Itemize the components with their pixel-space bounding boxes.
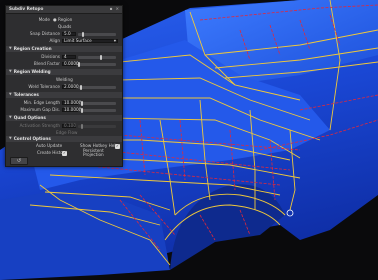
- activation-strength-label: Activation Strength: [19, 122, 60, 128]
- mode-radio-region[interactable]: ● Region: [53, 16, 73, 22]
- max-gap-slider[interactable]: [80, 107, 116, 113]
- region-welding-header[interactable]: ▼ Region Welding: [6, 69, 122, 75]
- mode-label: Mode: [38, 16, 50, 22]
- max-gap-field[interactable]: 10.0000: [62, 107, 81, 112]
- activation-strength-slider: [78, 123, 116, 129]
- quad-options-header[interactable]: ▼ Quad Options: [6, 115, 122, 121]
- max-gap-label: Maximum Gap Dis.: [20, 106, 60, 112]
- divisions-field[interactable]: 4: [62, 54, 76, 59]
- weld-tolerance-label: Weld Tolerance: [28, 83, 60, 89]
- min-edge-field[interactable]: 10.0000: [62, 100, 81, 105]
- blend-factor-slider[interactable]: [78, 61, 116, 67]
- snap-distance-label: Snap Distance: [29, 30, 60, 36]
- tolerances-title: Tolerances: [13, 91, 39, 97]
- divisions-label: Divisions: [41, 53, 60, 59]
- collapse-arrow-icon: ▼: [9, 115, 12, 120]
- blend-factor-row: Blend Factor 0.0000: [6, 61, 122, 67]
- collapse-arrow-icon: ▼: [9, 69, 12, 74]
- subdiv-retopo-panel: Subdiv Retopo ▪ × Mode ● Region Quads Sn…: [5, 5, 123, 167]
- close-icon[interactable]: ×: [115, 7, 119, 11]
- weld-tolerance-field[interactable]: 2.0000: [62, 84, 79, 89]
- collapse-arrow-icon: ▼: [9, 46, 12, 51]
- pin-icon[interactable]: ▪: [110, 7, 113, 11]
- divisions-slider[interactable]: [78, 54, 116, 60]
- blend-factor-label: Blend Factor: [33, 60, 60, 66]
- reset-button[interactable]: ↺: [10, 157, 28, 165]
- mode-region-label: Region: [58, 16, 73, 22]
- align-value: Limit Surface: [64, 37, 92, 43]
- welding-row: Welding: [6, 77, 122, 83]
- weld-tolerance-row: Weld Tolerance 2.0000: [6, 84, 122, 90]
- region-welding-title: Region Welding: [13, 68, 51, 74]
- min-edge-slider[interactable]: [80, 100, 116, 106]
- show-hotkey-checkbox[interactable]: ✓: [115, 143, 120, 149]
- control-options-header[interactable]: ▼ Control Options: [6, 136, 122, 142]
- blend-factor-field[interactable]: 0.0000: [62, 61, 79, 66]
- create-history-checkbox[interactable]: ✓: [62, 150, 67, 156]
- snap-distance-row: Snap Distance 5.0: [6, 31, 122, 37]
- welding-label: Welding: [56, 76, 73, 82]
- min-edge-label: Min. Edge Length: [23, 99, 60, 105]
- edge-flow-label: Edge Flow: [56, 129, 78, 135]
- undo-icon: ↺: [16, 157, 22, 164]
- snap-distance-field[interactable]: 5.0: [62, 31, 76, 36]
- snap-distance-slider[interactable]: [78, 31, 116, 37]
- activation-strength-row: Activation Strength 0.100: [6, 123, 122, 129]
- panel-title: Subdiv Retopo: [9, 6, 44, 12]
- control-options-title: Control Options: [13, 135, 51, 141]
- mode-row: Mode ● Region: [6, 17, 122, 23]
- max-gap-row: Maximum Gap Dis. 10.0000: [6, 107, 122, 113]
- region-creation-header[interactable]: ▼ Region Creation: [6, 46, 122, 52]
- auto-update-label: Auto Update: [36, 142, 63, 148]
- quad-options-title: Quad Options: [13, 114, 46, 120]
- min-edge-row: Min. Edge Length 10.0000: [6, 100, 122, 106]
- collapse-arrow-icon: ▼: [9, 136, 12, 141]
- align-dropdown[interactable]: Limit Surface ▾: [62, 37, 118, 43]
- divisions-row: Divisions 4: [6, 54, 122, 60]
- chevron-down-icon: ▾: [113, 37, 116, 43]
- weld-tolerance-slider[interactable]: [78, 84, 116, 90]
- mode-quads-label: Quads: [58, 23, 72, 29]
- collapse-arrow-icon: ▼: [9, 92, 12, 97]
- create-history-row: Create History ✓ Persistent Projection: [6, 147, 122, 157]
- panel-titlebar[interactable]: Subdiv Retopo ▪ ×: [6, 6, 122, 14]
- tolerances-header[interactable]: ▼ Tolerances: [6, 92, 122, 98]
- persistent-projection-label: Persistent Projection: [83, 147, 104, 157]
- align-label: Align: [49, 37, 60, 43]
- region-creation-title: Region Creation: [13, 45, 52, 51]
- align-row: Align Limit Surface ▾: [6, 38, 122, 44]
- activation-strength-field: 0.100: [62, 122, 76, 128]
- mode-row-2: Quads: [6, 24, 122, 30]
